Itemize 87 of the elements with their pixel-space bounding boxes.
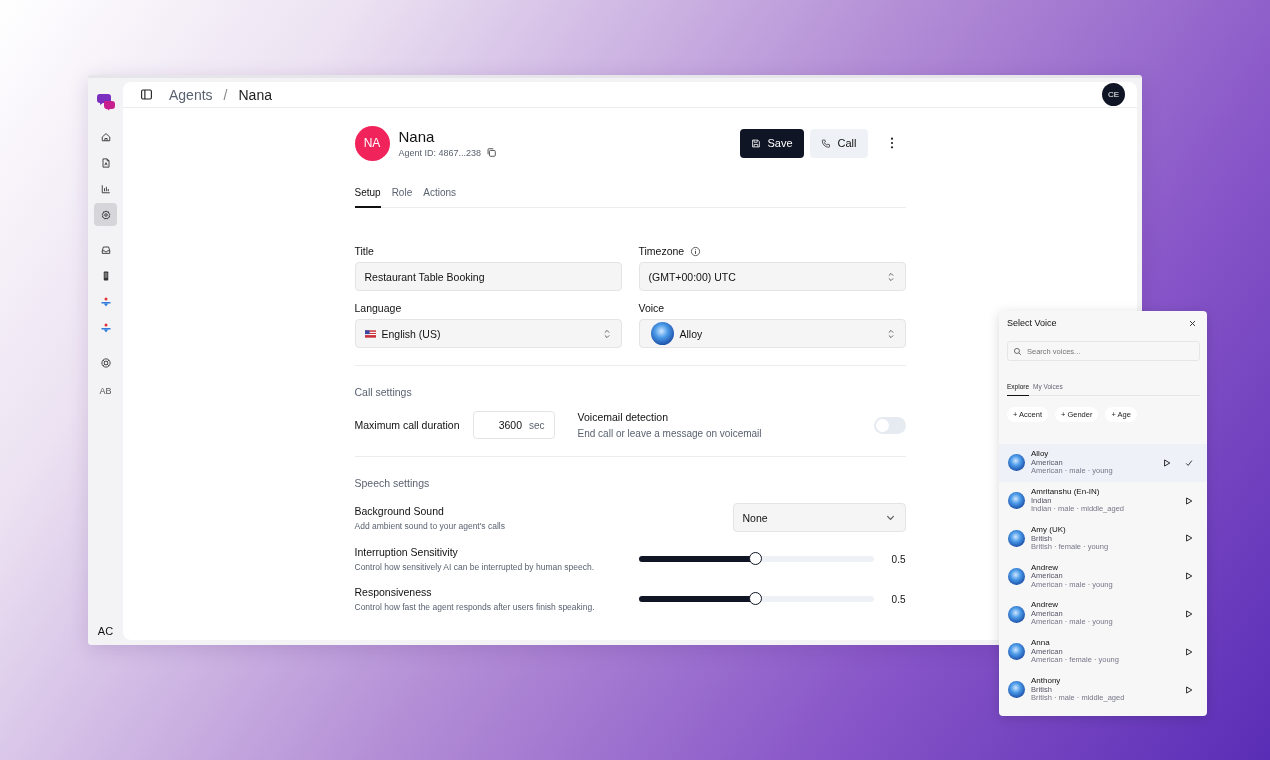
- duration-field[interactable]: 3600 sec: [472, 411, 555, 439]
- play-icon[interactable]: [1185, 496, 1193, 505]
- tab[interactable]: Actions: [423, 183, 456, 208]
- voice-avatar: [1008, 605, 1025, 623]
- voicemail-toggle[interactable]: [873, 416, 906, 434]
- slider-thumb[interactable]: [749, 552, 762, 565]
- play-icon[interactable]: [1163, 458, 1171, 467]
- check-icon: [1185, 458, 1193, 467]
- field-label: Title: [354, 245, 375, 257]
- setting-description: Add ambient sound to your agent's calls: [354, 520, 505, 531]
- voice-name: Andrew: [1031, 601, 1060, 611]
- user-initials[interactable]: AC: [97, 625, 114, 637]
- settings-icon: [99, 208, 112, 221]
- phone-icon: [820, 137, 831, 149]
- field-label: Voice: [638, 302, 666, 314]
- breadcrumb-separator: /: [223, 86, 228, 103]
- play-icon[interactable]: [1185, 610, 1193, 619]
- section-heading: Speech settings: [354, 477, 431, 489]
- agent-name: Nana: [398, 128, 436, 145]
- search-icon: [1013, 346, 1022, 356]
- chevron-up-down-icon: [886, 271, 895, 282]
- setting-title: Responsiveness: [354, 586, 433, 598]
- voice-name: Andrew: [1031, 563, 1060, 573]
- setting-title: Background Sound: [354, 504, 445, 517]
- section-heading: Call settings: [354, 386, 413, 398]
- more-options-icon[interactable]: [889, 137, 894, 149]
- language-select[interactable]: English (US): [354, 319, 622, 348]
- save-button[interactable]: Save: [739, 128, 804, 158]
- voice-name: Amritanshu (En-IN): [1031, 488, 1101, 497]
- background-sound-select[interactable]: None: [732, 503, 906, 532]
- play-icon[interactable]: [1185, 685, 1193, 694]
- breadcrumb-item[interactable]: Agents: [169, 86, 213, 103]
- logo-icon: [95, 91, 116, 111]
- tab[interactable]: Role: [391, 183, 413, 208]
- breadcrumb-item: Nana: [238, 86, 272, 103]
- voice-avatar: [1008, 492, 1025, 510]
- document-icon: [99, 156, 112, 169]
- voice-name: Alloy: [1031, 450, 1050, 460]
- voice-name: Anthony: [1031, 677, 1062, 686]
- play-icon[interactable]: [1185, 647, 1193, 656]
- copy-icon[interactable]: [486, 147, 498, 158]
- setting-description: Control how fast the agent responds after users finish speaking.: [354, 602, 595, 612]
- call-button[interactable]: Call: [809, 128, 868, 158]
- home-icon: [99, 130, 112, 143]
- setting-title: Voicemail detection: [577, 411, 670, 423]
- setting-description: Control how sensitively AI can be interrupted by human speech.: [354, 562, 595, 572]
- slider-thumb[interactable]: [749, 592, 762, 605]
- voice-select[interactable]: Alloy: [638, 319, 906, 348]
- support-icon: [99, 356, 112, 369]
- slider-value: 0.5: [890, 553, 906, 565]
- voice-name: Amy (UK): [1031, 525, 1067, 535]
- timezone-select[interactable]: (GMT+00:00) UTC: [638, 262, 906, 291]
- figure-icon: [99, 295, 112, 308]
- setting-description: End call or leave a message on voicemail: [577, 428, 762, 439]
- voice-avatar: [1008, 454, 1025, 472]
- agent-id: Agent ID: 4867...238: [398, 147, 482, 158]
- voice-name: Anna: [1031, 639, 1051, 649]
- figure-icon: [99, 321, 112, 334]
- title-field[interactable]: Restaurant Table Booking: [354, 262, 622, 291]
- voice-avatar: [1008, 530, 1025, 547]
- chevron-up-down-icon: [886, 328, 895, 339]
- voice-avatar: [1008, 681, 1025, 699]
- voice-avatar: [650, 322, 674, 345]
- voice-avatar: [1008, 567, 1025, 585]
- sidebar-toggle-icon[interactable]: [140, 88, 153, 101]
- field-label: Language: [354, 302, 403, 314]
- agent-avatar: NA: [354, 125, 390, 161]
- play-icon[interactable]: [1185, 534, 1193, 543]
- field-label: Maximum call duration: [354, 419, 460, 431]
- field-label: Timezone: [638, 245, 685, 257]
- workspace-initials[interactable]: AB: [99, 386, 112, 396]
- voice-avatar: [1008, 643, 1025, 661]
- play-icon[interactable]: [1185, 572, 1193, 581]
- nav-item[interactable]: [94, 203, 117, 226]
- slider-value: 0.5: [890, 593, 906, 605]
- close-icon[interactable]: [1189, 319, 1196, 327]
- chevron-up-down-icon: [602, 328, 611, 339]
- flag-icon: [364, 329, 376, 338]
- account-avatar[interactable]: CE: [1102, 83, 1125, 106]
- tab[interactable]: Setup: [354, 183, 381, 208]
- panel-title: Select Voice: [1007, 318, 1057, 328]
- inbox-icon: [99, 243, 112, 256]
- setting-title: Interruption Sensitivity: [354, 546, 459, 558]
- save-icon: [750, 137, 761, 149]
- bar-chart-icon: [99, 182, 112, 195]
- chevron-down-icon: [885, 514, 895, 521]
- info-icon[interactable]: [690, 245, 702, 257]
